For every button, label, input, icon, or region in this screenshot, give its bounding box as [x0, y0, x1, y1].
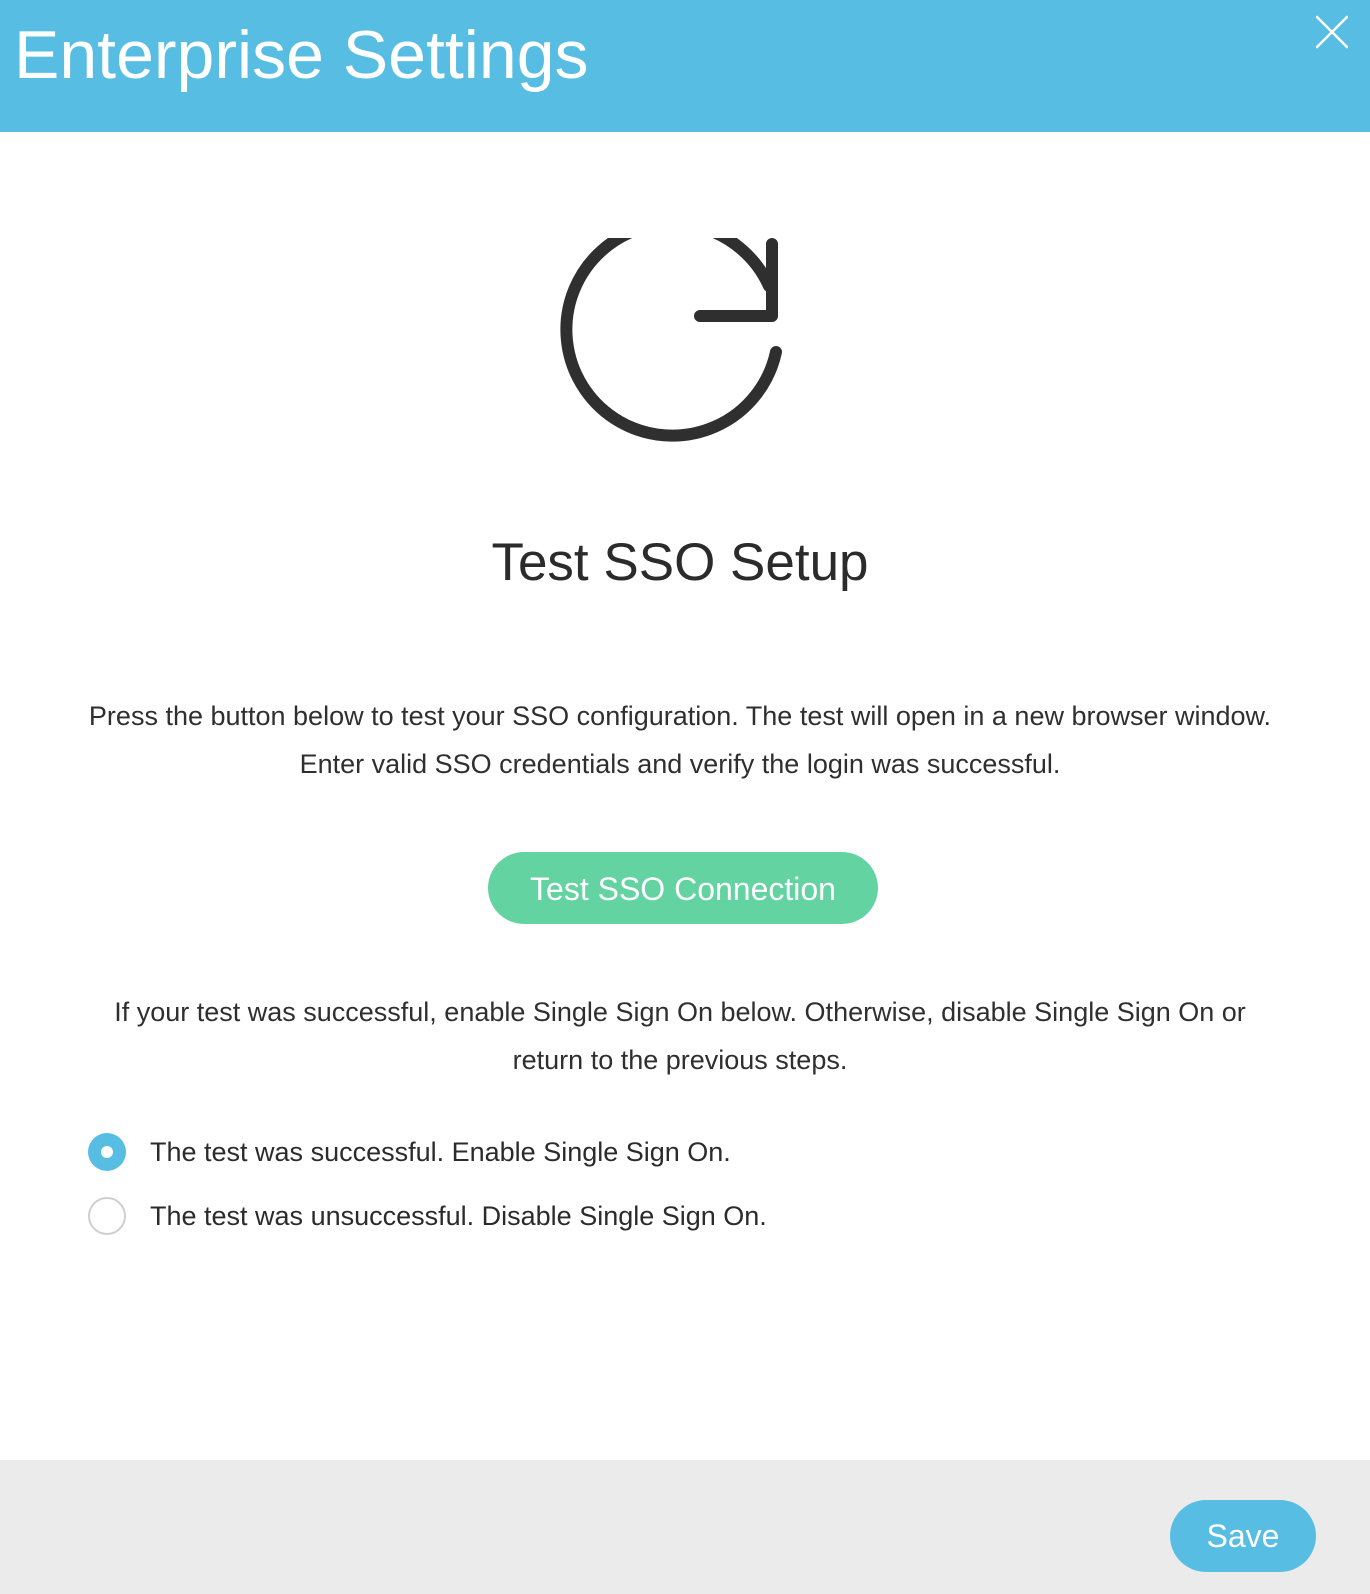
- radio-label: The test was successful. Enable Single S…: [150, 1136, 731, 1167]
- test-instructions: Press the button below to test your SSO …: [88, 701, 1272, 779]
- radio-label: The test was unsuccessful. Disable Singl…: [150, 1200, 767, 1231]
- enterprise-settings-dialog: Enterprise Settings Test SSO Setup Press…: [0, 0, 1370, 1594]
- radio-button-unselected[interactable]: [88, 1197, 126, 1235]
- close-icon: [1315, 15, 1349, 49]
- dialog-footer: Save: [0, 1460, 1370, 1594]
- save-button[interactable]: Save: [1170, 1500, 1316, 1572]
- close-button[interactable]: [1314, 14, 1350, 50]
- test-sso-connection-button[interactable]: Test SSO Connection: [488, 852, 878, 924]
- dialog-title: Enterprise Settings: [14, 17, 589, 93]
- radio-option-disable-sso[interactable]: The test was unsuccessful. Disable Singl…: [88, 1194, 767, 1238]
- dialog-header: Enterprise Settings: [0, 0, 1370, 132]
- radio-option-enable-sso[interactable]: The test was successful. Enable Single S…: [88, 1130, 731, 1174]
- radio-button-selected[interactable]: [88, 1133, 126, 1171]
- refresh-icon: [560, 217, 800, 478]
- result-instructions: If your test was successful, enable Sing…: [114, 997, 1246, 1075]
- section-title: Test SSO Setup: [491, 533, 869, 592]
